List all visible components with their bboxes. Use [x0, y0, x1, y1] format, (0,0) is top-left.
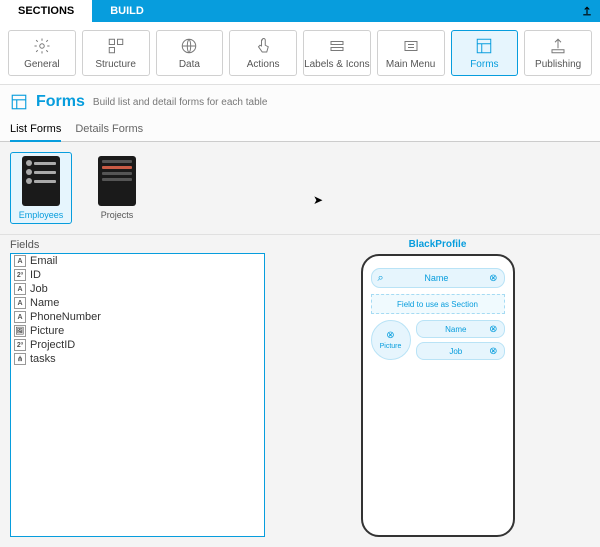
tool-general[interactable]: General [8, 30, 76, 76]
clear-icon[interactable]: ⊗ [489, 273, 497, 284]
field-name: Email [30, 255, 58, 267]
tap-icon [254, 37, 272, 55]
fields-panel: Fields A Email 2³ ID A Job A Name A PhoneNumber 🖼 P… [10, 239, 265, 537]
clear-icon[interactable]: ⊗ [489, 324, 497, 335]
field-item[interactable]: A Email [11, 254, 264, 268]
forms-icon [10, 93, 28, 111]
top-tab-sections[interactable]: SECTIONS [0, 0, 92, 22]
tool-data[interactable]: Data [156, 30, 224, 76]
section-title: Forms [36, 93, 85, 111]
fields-list[interactable]: AEmail2³IDAJobANameAPhoneNumber🖼Picture2… [10, 253, 265, 537]
tab-list-forms[interactable]: List Forms [10, 119, 61, 141]
field-type-icon: A [14, 255, 26, 267]
field-type-icon: ⋔ [14, 353, 26, 365]
field-name: ProjectID [30, 339, 75, 351]
section-field-slot[interactable]: Field to use as Section [371, 294, 505, 314]
field-type-icon: 2³ [14, 269, 26, 281]
publish-icon [549, 37, 567, 55]
gear-icon [33, 37, 51, 55]
clear-icon[interactable]: ⊗ [386, 330, 394, 341]
card-projects[interactable]: Projects [86, 152, 148, 224]
phone-preview: ⌕ Name ⊗ Field to use as Section ⊗ Pictu… [361, 254, 515, 537]
field-name: PhoneNumber [30, 311, 101, 323]
tab-details-forms[interactable]: Details Forms [75, 119, 143, 141]
search-icon: ⌕ [378, 272, 384, 285]
tool-forms[interactable]: Forms [451, 30, 519, 76]
upload-icon[interactable] [578, 0, 596, 22]
tool-actions[interactable]: Actions [229, 30, 297, 76]
picture-slot[interactable]: ⊗ Picture [371, 320, 411, 360]
field-name: ID [30, 269, 41, 281]
field-name: Name [30, 297, 59, 309]
field-name: Job [30, 283, 48, 295]
clear-icon[interactable]: ⊗ [489, 346, 497, 357]
field-item[interactable]: A Name [11, 296, 264, 310]
fields-title: Fields [10, 239, 265, 253]
field-type-icon: 🖼 [14, 325, 26, 337]
workspace: Fields A Email 2³ ID A Job A Name A PhoneNumber 🖼 P… [0, 235, 600, 547]
globe-icon [180, 37, 198, 55]
field-item[interactable]: A PhoneNumber [11, 310, 264, 324]
template-cards: Employees Projects [0, 142, 600, 235]
tool-publishing[interactable]: Publishing [524, 30, 592, 76]
field-item[interactable]: A Job [11, 282, 264, 296]
tool-structure[interactable]: Structure [82, 30, 150, 76]
card-label: Employees [19, 210, 64, 220]
preview-panel: BlackProfile ⌕ Name ⊗ Field to use as Se… [285, 239, 590, 537]
top-tab-bar: SECTIONS BUILD [0, 0, 600, 22]
field-type-icon: 2³ [14, 339, 26, 351]
card-thumb [22, 156, 60, 206]
labels-icon [328, 37, 346, 55]
field-item[interactable]: 2³ ID [11, 268, 264, 282]
toolbar: General Structure Data Actions Labels & … [0, 22, 600, 85]
field-name: tasks [30, 353, 56, 365]
field-type-icon: A [14, 283, 26, 295]
field-slot-2[interactable]: Job ⊗ [416, 342, 505, 360]
form-tabs: List Forms Details Forms [0, 119, 600, 142]
field-type-icon: A [14, 297, 26, 309]
section-subtitle: Build list and detail forms for each tab… [93, 97, 268, 108]
preview-title: BlackProfile [409, 239, 467, 254]
top-tab-build[interactable]: BUILD [92, 0, 162, 22]
field-type-icon: A [14, 311, 26, 323]
field-item[interactable]: ⋔ tasks [11, 352, 264, 366]
tool-mainmenu[interactable]: Main Menu [377, 30, 445, 76]
card-label: Projects [101, 210, 134, 220]
field-item[interactable]: 🖼 Picture [11, 324, 264, 338]
card-employees[interactable]: Employees [10, 152, 72, 224]
structure-icon [107, 37, 125, 55]
card-thumb [98, 156, 136, 206]
section-header: Forms Build list and detail forms for ea… [0, 85, 600, 119]
field-slot-1[interactable]: Name ⊗ [416, 320, 505, 338]
search-field-slot[interactable]: ⌕ Name ⊗ [371, 268, 505, 288]
field-name: Picture [30, 325, 64, 337]
field-item[interactable]: 2³ ProjectID [11, 338, 264, 352]
forms-icon [475, 37, 493, 55]
tool-labels[interactable]: Labels & Icons [303, 30, 371, 76]
menu-icon [402, 37, 420, 55]
